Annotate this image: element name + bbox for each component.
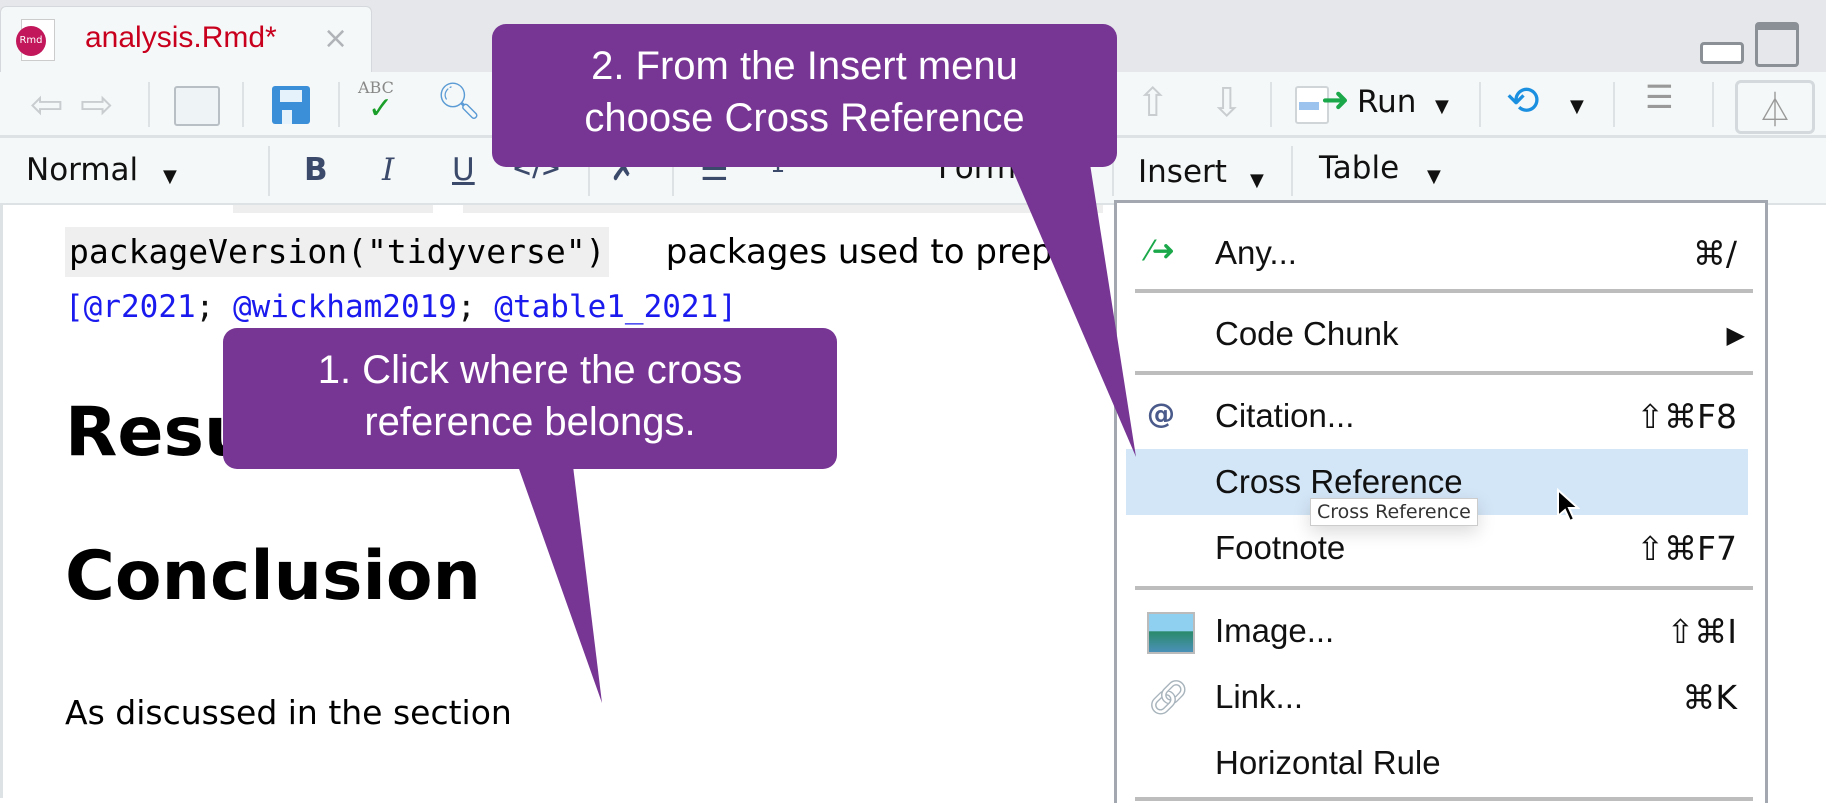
callout-2-line-1: 2. From the Insert menu <box>591 44 1018 88</box>
callout-1: 1. Click where the cross reference belon… <box>223 344 837 448</box>
callout-1-line-2: reference belongs. <box>364 400 696 444</box>
callout-2: 2. From the Insert menu choose Cross Ref… <box>492 40 1117 144</box>
callout-2-line-2: choose Cross Reference <box>584 96 1025 140</box>
callout-1-line-1: 1. Click where the cross <box>317 348 743 392</box>
